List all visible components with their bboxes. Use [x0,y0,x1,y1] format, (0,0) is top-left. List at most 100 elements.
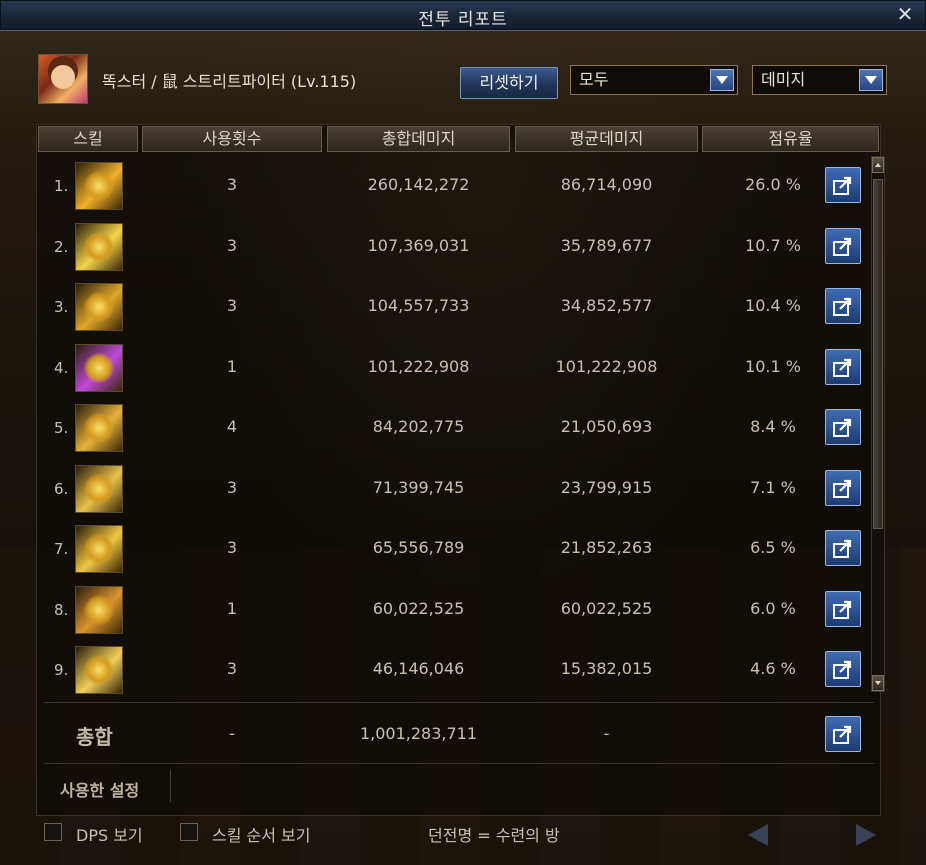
row-share: 8.4 % [750,417,796,436]
table-row: 4. 1 101,222,908 101,222,908 10.1 % [38,337,868,397]
share-total-button[interactable] [825,716,861,752]
row-total-damage: 260,142,272 [367,175,470,194]
share-icon [833,600,852,619]
row-share: 4.6 % [750,659,796,678]
dps-checkbox[interactable] [44,823,62,841]
table-row: 6. 3 71,399,745 23,799,915 7.1 % [38,458,868,518]
row-total-damage: 101,222,908 [367,356,470,376]
row-index: 3. [54,298,69,316]
type-dropdown[interactable]: 데미지 [752,65,887,95]
skill-icon-1 [75,162,123,210]
row-index: 1. [54,177,69,195]
row-share: 26.0 % [745,175,801,194]
column-header-average: 평균데미지 [515,126,698,152]
row-uses: 3 [226,175,238,194]
share-button[interactable] [825,167,861,203]
share-icon [833,176,852,195]
share-button[interactable] [825,288,861,324]
row-average-damage: 86,714,090 [560,175,653,194]
total-damage: 1,001,283,711 [359,724,478,743]
close-icon[interactable]: ✕ [894,3,916,25]
row-share: 10.1 % [745,356,801,376]
row-index: 8. [54,600,69,619]
skill-order-checkbox[interactable] [180,823,198,841]
share-icon [833,539,852,558]
share-icon [833,297,852,316]
row-share: 6.5 % [750,538,796,557]
share-button[interactable] [825,590,861,627]
skill-icon-3 [75,283,123,331]
share-icon [833,479,852,498]
column-header-uses: 사용횟수 [142,126,322,152]
row-index: 9. [54,661,69,679]
dps-checkbox-label[interactable]: DPS 보기 [76,822,143,846]
title-bar[interactable]: 전투 리포트 ✕ [0,0,926,31]
row-total-damage: 65,556,789 [372,538,465,557]
table-row: 3. 3 104,557,733 34,852,577 10.4 % [38,276,868,336]
row-uses: 3 [226,477,238,497]
share-icon [833,660,852,679]
row-average-damage: 35,789,677 [560,235,653,255]
row-average-damage: 60,022,525 [560,598,653,618]
skill-icon-5 [75,404,123,452]
column-header-share: 점유율 [702,126,879,152]
skill-order-checkbox-label[interactable]: 스킬 순서 보기 [212,822,311,846]
reset-button[interactable]: 리셋하기 [460,67,558,99]
table-scrollbar[interactable] [871,156,885,692]
share-icon [833,725,852,744]
character-portrait [38,54,88,104]
filter-dropdown[interactable]: 모두 [570,65,738,95]
share-button[interactable] [825,409,861,445]
row-total-damage: 46,146,046 [372,659,465,678]
scroll-down-icon[interactable] [872,675,884,691]
skill-icon-4 [75,343,123,392]
row-uses: 1 [226,356,238,376]
row-share: 10.7 % [745,235,801,255]
row-total-damage: 60,022,525 [372,598,465,618]
settings-separator [170,770,171,802]
share-button[interactable] [825,227,861,264]
filter-dropdown-value: 모두 [579,70,609,89]
table-row: 7. 3 65,556,789 21,852,263 6.5 % [38,518,868,578]
skill-icon-2 [75,222,123,271]
portrait-face [51,65,75,89]
row-average-damage: 21,852,263 [560,538,653,557]
share-button[interactable] [825,348,861,385]
row-average-damage: 34,852,577 [560,296,653,315]
table-row: 9. 3 46,146,046 15,382,015 4.6 % [38,639,868,699]
row-average-damage: 23,799,915 [560,477,653,497]
dungeon-name: 던전명 = 수련의 방 [428,826,560,845]
row-uses: 4 [226,417,238,436]
row-index: 6. [54,479,69,498]
row-share: 10.4 % [745,296,801,315]
settings-label: 사용한 설정 [60,781,140,800]
scroll-thumb[interactable] [873,179,883,529]
row-average-damage: 101,222,908 [555,356,658,376]
share-button[interactable] [825,651,861,687]
row-index: 5. [54,419,69,437]
chevron-down-icon[interactable] [859,69,883,91]
chevron-down-icon[interactable] [710,69,734,91]
prev-page-icon[interactable] [748,824,768,846]
row-uses: 1 [226,598,238,618]
total-label: 총합 [76,725,113,749]
column-header-skill: 스킬 [38,126,138,152]
table-row: 5. 4 84,202,775 21,050,693 8.4 % [38,397,868,457]
row-index: 4. [54,358,69,377]
table-row: 1. 3 260,142,272 86,714,090 26.0 % [38,155,868,215]
window-title: 전투 리포트 [418,10,508,30]
divider [44,763,874,764]
next-page-icon[interactable] [856,824,876,846]
share-icon [833,358,852,377]
share-icon [833,237,852,256]
share-button[interactable] [825,530,861,566]
row-index: 7. [54,540,69,558]
table-row: 8. 1 60,022,525 60,022,525 6.0 % [38,579,868,639]
row-average-damage: 21,050,693 [560,417,653,436]
divider [44,702,874,703]
share-button[interactable] [825,469,861,506]
row-share: 7.1 % [750,477,796,497]
skill-icon-6 [75,464,123,513]
share-icon [833,418,852,437]
scroll-up-icon[interactable] [872,157,884,173]
